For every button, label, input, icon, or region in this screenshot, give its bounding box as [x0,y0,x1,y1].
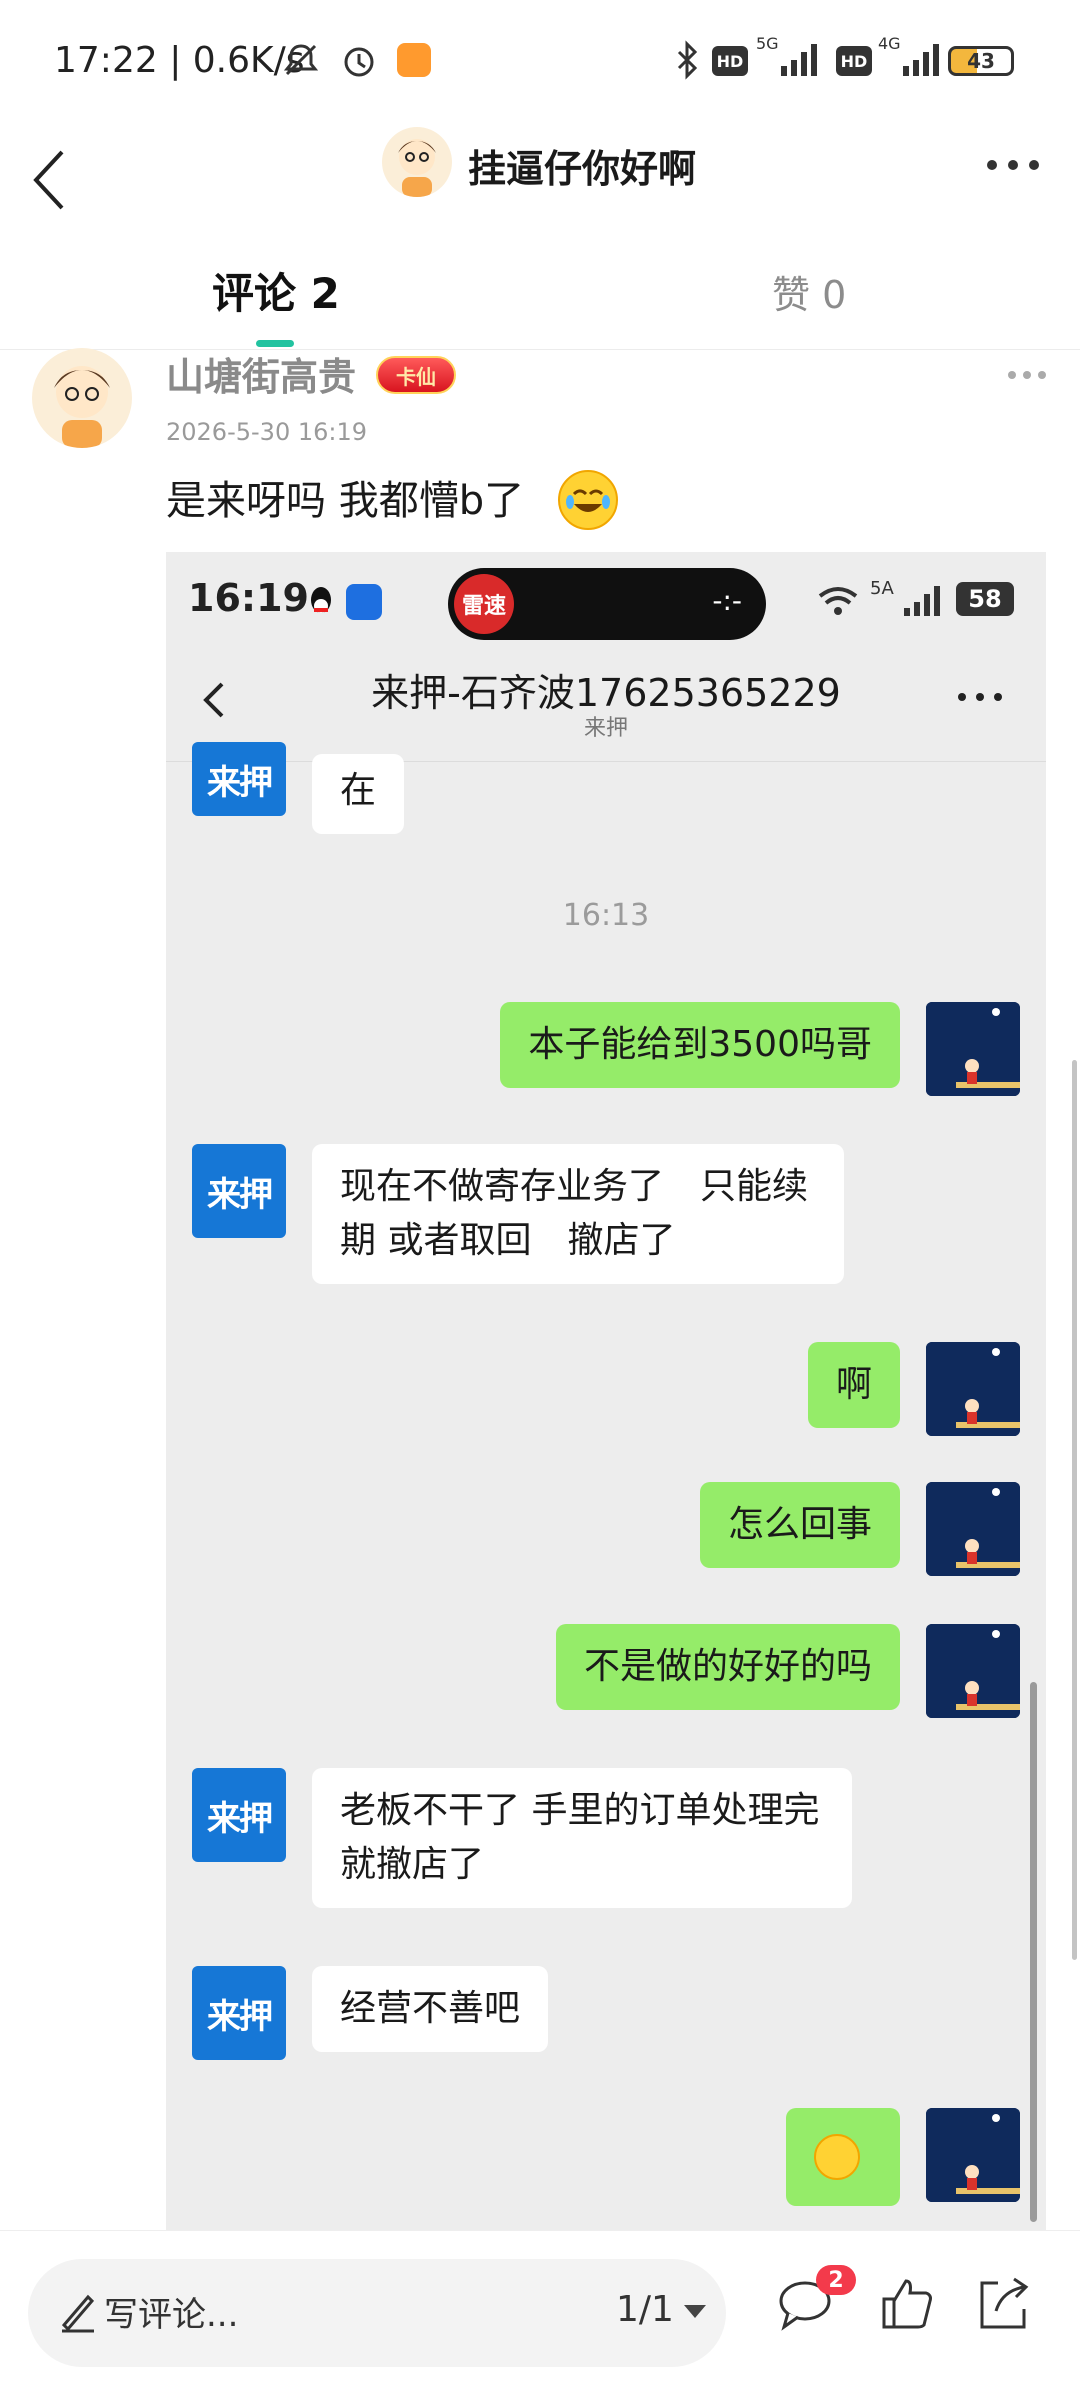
post-title: 挂逼仔你好啊 [468,147,697,191]
dynamic-island: 雷速 -:- [448,568,766,640]
message-bubble: 经营不善吧 [312,1966,549,2052]
message-bubble: 不是做的好好的吗 [555,1624,900,1710]
top-navigation-bar: 挂逼仔你好啊 [0,120,1080,240]
hd-icon-2: HD [836,46,872,76]
more-options-button[interactable] [978,140,1048,190]
message-timestamp: 16:13 [562,898,650,933]
comment-more-button[interactable] [1002,360,1052,390]
signal-bars-icon [902,584,946,618]
chat-status-time: 16:19 [188,576,309,620]
laughing-crying-emoji-icon [814,2134,860,2180]
leisu-badge: 雷速 [454,574,514,634]
comment-input-placeholder: 写评论... [104,2295,239,2335]
comment-date: 2026-5-30 16:19 [166,418,367,446]
like-thumb-icon[interactable] [876,2273,938,2335]
qq-icon [306,584,336,618]
chat-more-button[interactable] [950,682,1010,712]
merchant-avatar: 来押 [192,1768,286,1862]
commenter-avatar[interactable] [32,348,132,448]
message-bubble: 老板不干了 手里的订单处理完就撤店了 [312,1768,852,1908]
my-avatar [926,2108,1020,2202]
comment-like-tabs: 评论 2 赞 0 [0,240,1080,350]
app-notification-icon [394,40,434,80]
chat-battery-icon: 58 [956,582,1014,616]
laughing-crying-emoji-icon [558,470,618,530]
signal-4g-icon: 4G [878,34,948,80]
tab-comments[interactable]: 评论 2 [212,260,340,321]
emoji-message-bubble [786,2108,900,2206]
page-scrollbar[interactable] [1072,1060,1077,1960]
my-avatar [926,1482,1020,1576]
alarm-icon [336,40,382,80]
status-bar: 17:22 | 0.6K/s HD 5G HD 4G 43 [0,0,1080,120]
user-level-badge: 卡仙 [376,356,456,394]
bottom-action-bar: 写评论... 1/1 2 [0,2230,1080,2400]
attached-chat-screenshot[interactable]: 16:19 雷速 -:- 5A 58 来押-石齐波17625365229 来押 … [166,552,1046,2230]
signal-5g-icon: 5G [756,34,826,80]
post-author-avatar[interactable] [382,127,452,197]
message-bubble: 现在不做寄存业务了 只能续期 或者取回 撤店了 [312,1144,844,1284]
merchant-avatar: 来押 [192,742,286,816]
merchant-avatar: 来押 [192,1144,286,1238]
page-indicator[interactable]: 1/1 [616,2289,674,2330]
tab-likes[interactable]: 赞 0 [772,264,846,319]
back-button[interactable] [22,130,92,230]
my-avatar [926,1342,1020,1436]
pencil-icon [58,2289,98,2333]
chat-contact-subtitle: 来押 [583,716,628,741]
chat-header: 16:19 雷速 -:- 5A 58 来押-石齐波17625365229 来押 [166,552,1046,762]
status-time: 17:22 | 0.6K/s [54,40,305,81]
message-bubble: 本子能给到3500吗哥 [500,1002,900,1088]
network-type: 5A [870,578,894,599]
chat-scrollbar [1030,1682,1037,2222]
my-avatar [926,1624,1020,1718]
message-bubble: 啊 [807,1342,900,1428]
comment-input[interactable]: 写评论... 1/1 [28,2259,726,2367]
commenter-username[interactable]: 山塘街高贵 [166,346,356,401]
battery-icon: 43 [948,46,1014,76]
message-bubble: 在 [312,754,405,834]
hd-icon: HD [712,46,748,76]
mute-icon [278,40,324,80]
shield-app-icon [346,584,382,620]
bluetooth-icon [672,40,702,80]
message-bubble: 怎么回事 [699,1482,900,1568]
wifi-icon [816,584,860,618]
island-score: -:- [712,584,742,617]
comment-count-badge: 2 [816,2265,856,2295]
chat-contact-name: 来押-石齐波17625365229 [371,671,841,715]
my-avatar [926,1002,1020,1096]
comment-text: 是来呀吗 我都懵b了 [166,478,525,524]
merchant-avatar: 来押 [192,1966,286,2060]
share-icon[interactable] [972,2273,1034,2335]
pager-dropdown-icon[interactable] [684,2305,706,2318]
